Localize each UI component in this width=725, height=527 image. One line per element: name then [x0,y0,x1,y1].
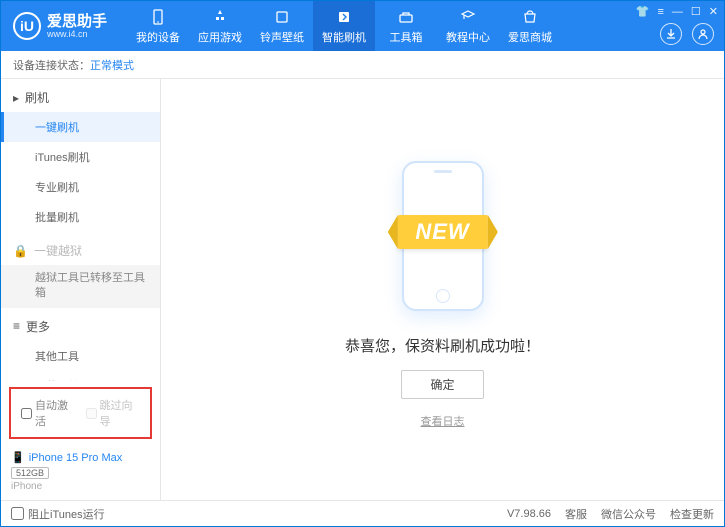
nav-my-device[interactable]: 我的设备 [127,1,189,51]
app-subtitle: www.i4.cn [47,29,107,39]
device-icon [149,8,167,26]
lock-icon: 🔒 [13,244,28,258]
block-itunes-checkbox[interactable]: 阻止iTunes运行 [11,506,105,522]
phone-icon: 📱 [11,451,25,464]
download-button[interactable] [660,23,682,45]
success-message: 恭喜您，保资料刷机成功啦！ [345,335,540,356]
sidebar-jailbreak-note: 越狱工具已转移至工具箱 [1,265,160,308]
view-log-link[interactable]: 查看日志 [421,413,465,429]
menu-icon[interactable]: ≡ [657,6,663,18]
maximize-icon[interactable]: ☐ [691,5,701,18]
nav-store[interactable]: 爱思商城 [499,1,561,51]
sidebar-group-more[interactable]: ≡更多 [1,308,160,341]
success-illustration: NEW [348,151,538,321]
footer-link-support[interactable]: 客服 [565,506,587,522]
sidebar-item-oneclick[interactable]: 一键刷机 [1,112,160,142]
sidebar-item-itunes[interactable]: iTunes刷机 [1,142,160,172]
tutorial-icon [459,8,477,26]
store-icon [521,8,539,26]
toolbox-icon [397,8,415,26]
sidebar-item-other[interactable]: 其他工具 [1,341,160,371]
skin-icon[interactable]: 👕 [636,5,650,18]
apps-icon [211,8,229,26]
nav-ringtones[interactable]: 铃声壁纸 [251,1,313,51]
top-nav: 我的设备 应用游戏 铃声壁纸 智能刷机 工具箱 教程中心 爱思商城 [127,1,561,51]
flash-icon [335,8,353,26]
window-controls: 👕 ≡ — ☐ ✕ [636,5,718,18]
ok-button[interactable]: 确定 [401,370,483,399]
sidebar: ▸刷机 一键刷机 iTunes刷机 专业刷机 批量刷机 🔒一键越狱 越狱工具已转… [1,79,161,500]
logo: iU 爱思助手 www.i4.cn [1,12,119,40]
skip-guide-checkbox[interactable]: 跳过向导 [86,397,141,429]
footer: 阻止iTunes运行 V7.98.66 客服 微信公众号 检查更新 [1,500,724,526]
device-type: iPhone [11,481,150,492]
logo-icon: iU [13,12,41,40]
sidebar-item-download[interactable]: 下载固件 [1,371,160,381]
sidebar-item-batch[interactable]: 批量刷机 [1,202,160,232]
user-button[interactable] [692,23,714,45]
app-title: 爱思助手 [47,14,107,29]
footer-link-wechat[interactable]: 微信公众号 [601,506,656,522]
status-bar: 设备连接状态： 正常模式 [1,51,724,79]
sidebar-item-pro[interactable]: 专业刷机 [1,172,160,202]
nav-apps[interactable]: 应用游戏 [189,1,251,51]
device-storage: 512GB [11,467,49,479]
sidebar-options: 自动激活 跳过向导 [9,387,152,439]
device-info: 📱iPhone 15 Pro Max 512GB iPhone [1,445,160,500]
ringtone-icon [273,8,291,26]
sidebar-group-flash[interactable]: ▸刷机 [1,79,160,112]
device-name[interactable]: 📱iPhone 15 Pro Max [11,451,150,464]
sidebar-group-jailbreak: 🔒一键越狱 [1,232,160,265]
main-content: NEW 恭喜您，保资料刷机成功啦！ 确定 查看日志 [161,79,724,500]
new-ribbon: NEW [397,215,487,249]
close-icon[interactable]: ✕ [709,5,718,18]
more-group-icon: ≡ [13,319,20,333]
nav-tutorials[interactable]: 教程中心 [437,1,499,51]
minimize-icon[interactable]: — [672,6,683,18]
flash-group-icon: ▸ [13,91,19,105]
auto-activate-checkbox[interactable]: 自动激活 [21,397,76,429]
status-mode: 正常模式 [90,57,134,73]
title-bar: iU 爱思助手 www.i4.cn 我的设备 应用游戏 铃声壁纸 智能刷机 工具… [1,1,724,51]
version-label: V7.98.66 [507,508,551,520]
footer-link-update[interactable]: 检查更新 [670,506,714,522]
nav-tools[interactable]: 工具箱 [375,1,437,51]
status-label: 设备连接状态： [13,57,90,73]
nav-flash[interactable]: 智能刷机 [313,1,375,51]
